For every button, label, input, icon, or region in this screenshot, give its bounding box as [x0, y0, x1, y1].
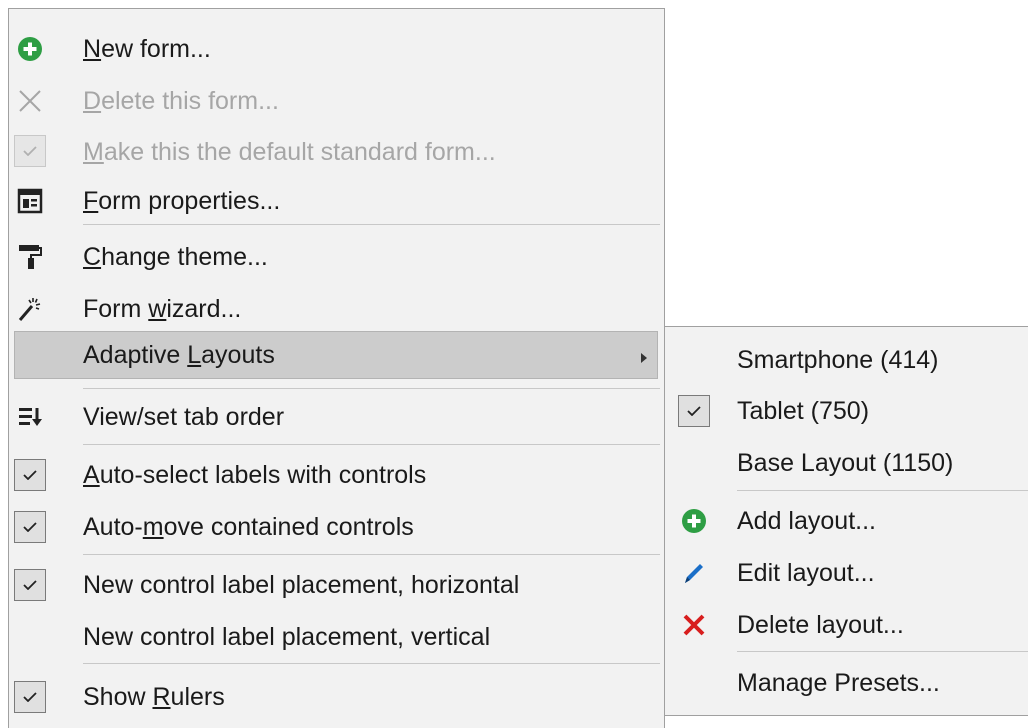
submenu-item-label: Add layout... — [737, 507, 876, 535]
submenu-item-delete-layout[interactable]: Delete layout... — [665, 601, 1028, 649]
submenu-item-base-layout[interactable]: Base Layout (1150) — [665, 439, 1028, 487]
form-properties-icon — [14, 185, 46, 217]
tab-order-icon — [14, 401, 46, 433]
menu-item-label: New form... — [83, 35, 211, 63]
submenu-item-label: Base Layout (1150) — [737, 449, 954, 477]
menu-item-label: Adaptive Layouts — [83, 341, 275, 369]
menu-item-label: Auto-move contained controls — [83, 513, 414, 541]
plus-circle-icon — [678, 505, 710, 537]
check-icon — [14, 681, 46, 713]
paint-roller-icon — [14, 241, 46, 273]
menu-item-change-theme[interactable]: Change theme... — [9, 233, 664, 281]
submenu-item-tablet[interactable]: Tablet (750) — [665, 387, 1028, 435]
submenu-item-label: Delete layout... — [737, 611, 904, 639]
x-icon — [14, 85, 46, 117]
menu-item-auto-select-labels[interactable]: Auto-select labels with controls — [9, 451, 664, 499]
menu-separator — [83, 663, 660, 664]
menu-item-delete-form[interactable]: Delete this form... — [9, 79, 664, 123]
check-icon — [14, 511, 46, 543]
x-icon — [678, 609, 710, 641]
submenu-item-edit-layout[interactable]: Edit layout... — [665, 549, 1028, 597]
submenu-item-label: Manage Presets... — [737, 669, 940, 697]
menu-item-label: New control label placement, vertical — [83, 623, 491, 651]
submenu-item-label: Edit layout... — [737, 559, 875, 587]
menu-separator — [83, 554, 660, 555]
menu-item-label: Change theme... — [83, 243, 268, 271]
submenu-item-label: Tablet (750) — [737, 397, 870, 425]
menu-item-label: Form wizard... — [83, 295, 242, 323]
check-icon — [14, 459, 46, 491]
submenu-item-add-layout[interactable]: Add layout... — [665, 497, 1028, 545]
menu-item-form-properties[interactable]: Form properties... — [9, 177, 664, 225]
form-context-menu: New form... Delete this form... Make thi… — [8, 8, 665, 728]
menu-separator — [83, 388, 660, 389]
menu-item-new-form[interactable]: New form... — [9, 27, 664, 71]
menu-item-form-wizard[interactable]: Form wizard... — [9, 285, 664, 333]
check-icon — [14, 135, 46, 167]
menu-item-auto-move-controls[interactable]: Auto-move contained controls — [9, 503, 664, 551]
menu-separator — [83, 224, 660, 225]
check-icon — [678, 395, 710, 427]
submenu-item-manage-presets[interactable]: Manage Presets... — [665, 659, 1028, 707]
menu-item-label: Auto-select labels with controls — [83, 461, 427, 489]
check-icon — [14, 569, 46, 601]
menu-item-label-placement-horizontal[interactable]: New control label placement, horizontal — [9, 561, 664, 609]
menu-item-label: Show Rulers — [83, 683, 225, 711]
menu-item-label: Form properties... — [83, 187, 281, 215]
menu-separator — [83, 444, 660, 445]
menu-item-label: Delete this form... — [83, 87, 279, 115]
menu-item-label-placement-vertical[interactable]: New control label placement, vertical — [9, 613, 664, 661]
menu-item-label: New control label placement, horizontal — [83, 571, 520, 599]
plus-circle-icon — [14, 33, 46, 65]
menu-item-make-default-form[interactable]: Make this the default standard form... — [9, 127, 664, 175]
submenu-item-label: Smartphone (414) — [737, 346, 939, 374]
menu-separator — [737, 490, 1028, 491]
menu-item-adaptive-layouts[interactable]: Adaptive Layouts — [9, 331, 664, 379]
menu-item-label: View/set tab order — [83, 403, 285, 431]
adaptive-layouts-submenu: Smartphone (414) Tablet (750) Base Layou… — [664, 326, 1028, 716]
magic-wand-icon — [14, 293, 46, 325]
submenu-item-smartphone[interactable]: Smartphone (414) — [665, 335, 1028, 383]
menu-item-tab-order[interactable]: View/set tab order — [9, 393, 664, 441]
menu-item-label: Make this the default standard form... — [83, 138, 496, 166]
pencil-icon — [678, 557, 710, 589]
menu-separator — [737, 651, 1028, 652]
submenu-arrow-icon — [641, 353, 647, 363]
